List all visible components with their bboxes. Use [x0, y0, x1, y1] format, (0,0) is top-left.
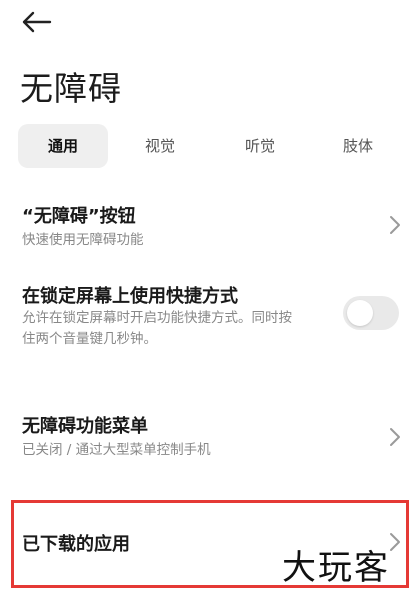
watermark: 大玩客 [282, 548, 390, 588]
accessibility-button-title: “无障碍”按钮 [22, 206, 136, 227]
chevron-right-icon [390, 428, 400, 446]
accessibility-menu-subtitle: 已关闭 / 通过大型菜单控制手机 [22, 442, 211, 458]
chevron-right-icon [390, 216, 400, 234]
lockscreen-shortcut-subtitle-line1: 允许在锁定屏幕时开启功能快捷方式。同时按 [22, 310, 292, 326]
category-tabs: 通用 视觉 听觉 肢体 [18, 124, 404, 170]
arrow-left-icon [22, 11, 52, 33]
chevron-right-icon [390, 533, 400, 551]
tab-hearing[interactable]: 听觉 [218, 124, 302, 168]
lockscreen-shortcut-toggle[interactable] [343, 296, 399, 330]
tab-visual[interactable]: 视觉 [118, 124, 202, 168]
accessibility-settings-page: 无障碍 通用 视觉 听觉 肢体 “无障碍”按钮 快速使用无障碍功能 在锁定屏幕上… [0, 0, 420, 600]
lockscreen-shortcut-subtitle-line2: 住两个音量键几秒钟。 [22, 331, 157, 347]
tab-general[interactable]: 通用 [18, 124, 108, 168]
accessibility-button-row[interactable]: “无障碍”按钮 快速使用无障碍功能 [0, 196, 420, 262]
lockscreen-shortcut-title: 在锁定屏幕上使用快捷方式 [22, 286, 238, 307]
accessibility-button-subtitle: 快速使用无障碍功能 [22, 232, 144, 248]
downloaded-apps-title: 已下载的应用 [22, 534, 130, 555]
accessibility-menu-row[interactable]: 无障碍功能菜单 已关闭 / 通过大型菜单控制手机 [0, 404, 420, 470]
accessibility-menu-title: 无障碍功能菜单 [22, 416, 148, 437]
toggle-knob [347, 300, 373, 326]
page-title: 无障碍 [20, 69, 122, 108]
tab-physical[interactable]: 肢体 [316, 124, 400, 168]
back-button[interactable] [20, 8, 56, 36]
